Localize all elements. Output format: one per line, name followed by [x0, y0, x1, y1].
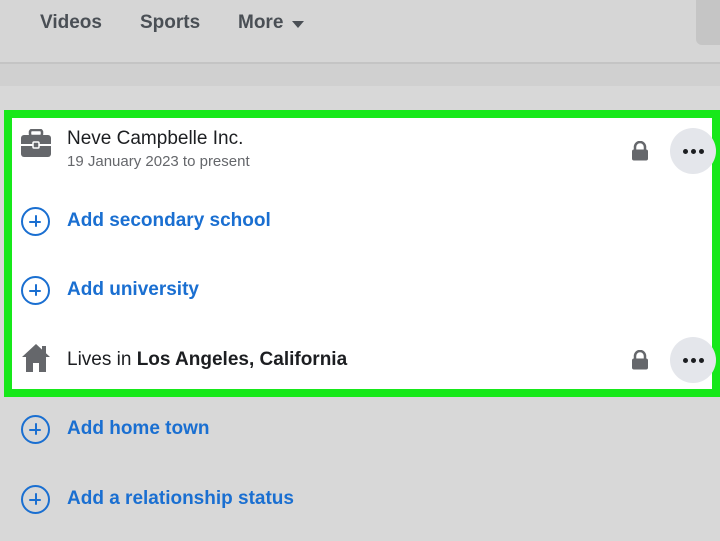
add-university-link[interactable]: Add university [67, 279, 199, 301]
nav-item-label: Videos [40, 12, 102, 33]
add-home-town-row[interactable]: Add home town [0, 414, 720, 446]
caret-down-icon [292, 20, 305, 28]
add-secondary-school-link[interactable]: Add secondary school [67, 210, 271, 232]
nav-item-sports[interactable]: Sports [140, 12, 200, 34]
add-relationship-status-row[interactable]: Add a relationship status [0, 484, 720, 516]
add-circle-icon [21, 485, 50, 514]
add-circle-icon [21, 276, 50, 305]
nav-item-label: More [238, 12, 284, 33]
top-nav-bar: Videos Sports More [0, 0, 720, 62]
add-university-row[interactable]: Add university [0, 275, 720, 307]
nav-item-label: Sports [140, 12, 201, 33]
lock-icon[interactable] [631, 350, 649, 370]
lives-in-more-options-button[interactable] [670, 337, 716, 383]
add-circle-icon [21, 207, 50, 236]
house-icon [22, 344, 50, 372]
work-title: Neve Campbelle Inc. [67, 128, 244, 149]
lives-in-row: Lives in Los Angeles, California [0, 337, 720, 384]
nav-item-more[interactable]: More [238, 12, 305, 34]
more-dots-icon [682, 357, 704, 363]
nav-item-videos[interactable]: Videos [40, 12, 102, 34]
add-relationship-status-link[interactable]: Add a relationship status [67, 488, 294, 510]
nav-right-button[interactable] [696, 0, 720, 45]
section-divider [0, 62, 720, 86]
add-circle-icon [21, 415, 50, 444]
add-secondary-school-row[interactable]: Add secondary school [0, 206, 720, 238]
work-more-options-button[interactable] [670, 128, 716, 174]
lives-in-place[interactable]: Los Angeles, California [137, 349, 347, 370]
work-row: Neve Campbelle Inc. 19 January 2023 to p… [0, 126, 720, 186]
work-dates: 19 January 2023 to present [67, 153, 250, 170]
lock-icon[interactable] [631, 141, 649, 161]
more-dots-icon [682, 148, 704, 154]
briefcase-icon [21, 129, 51, 157]
lives-in-prefix: Lives in [67, 349, 132, 370]
add-home-town-link[interactable]: Add home town [67, 418, 209, 440]
lives-in-text: Lives in Los Angeles, California [67, 349, 347, 371]
